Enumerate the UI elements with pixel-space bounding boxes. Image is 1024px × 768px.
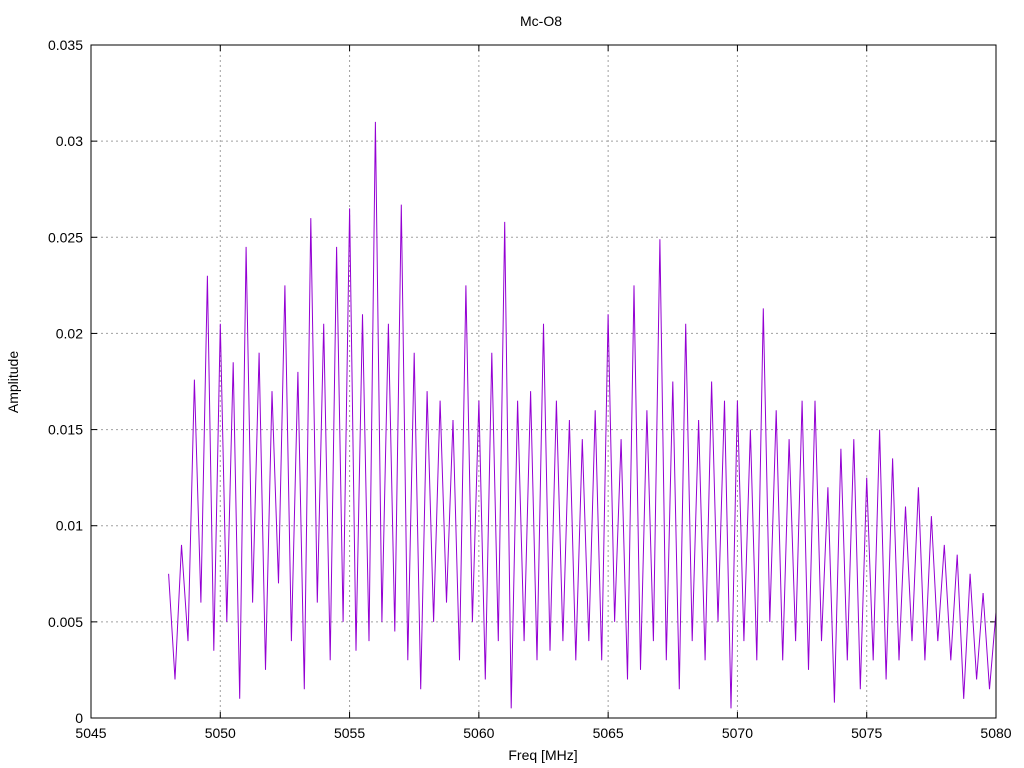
- x-tick-label: 5065: [593, 725, 624, 741]
- y-tick-label: 0.005: [48, 614, 83, 630]
- series-line: [168, 121, 997, 709]
- y-tick-label: 0.01: [56, 518, 83, 534]
- y-tick-label: 0: [75, 710, 83, 726]
- x-tick-label: 5075: [851, 725, 882, 741]
- x-tick-label: 5060: [463, 725, 494, 741]
- y-tick-label: 0.035: [48, 37, 83, 53]
- y-tick-label: 0.025: [48, 229, 83, 245]
- x-tick-label: 5080: [980, 725, 1011, 741]
- chart-title: Mc-O8: [520, 13, 562, 29]
- y-tick-label: 0.015: [48, 422, 83, 438]
- y-tick-label: 0.02: [56, 325, 83, 341]
- chart: Mc-O8 5045 5050 5055 5060 5065 5070 5075 5080 0 0…: [5, 13, 1012, 763]
- y-tick-label: 0.03: [56, 133, 83, 149]
- x-tick-label: 5050: [205, 725, 236, 741]
- x-tick-label: 5055: [334, 725, 365, 741]
- x-axis-label: Freq [MHz]: [508, 747, 577, 763]
- x-tick-label: 5045: [75, 725, 106, 741]
- x-tick-label: 5070: [722, 725, 753, 741]
- y-axis-label: Amplitude: [5, 351, 21, 413]
